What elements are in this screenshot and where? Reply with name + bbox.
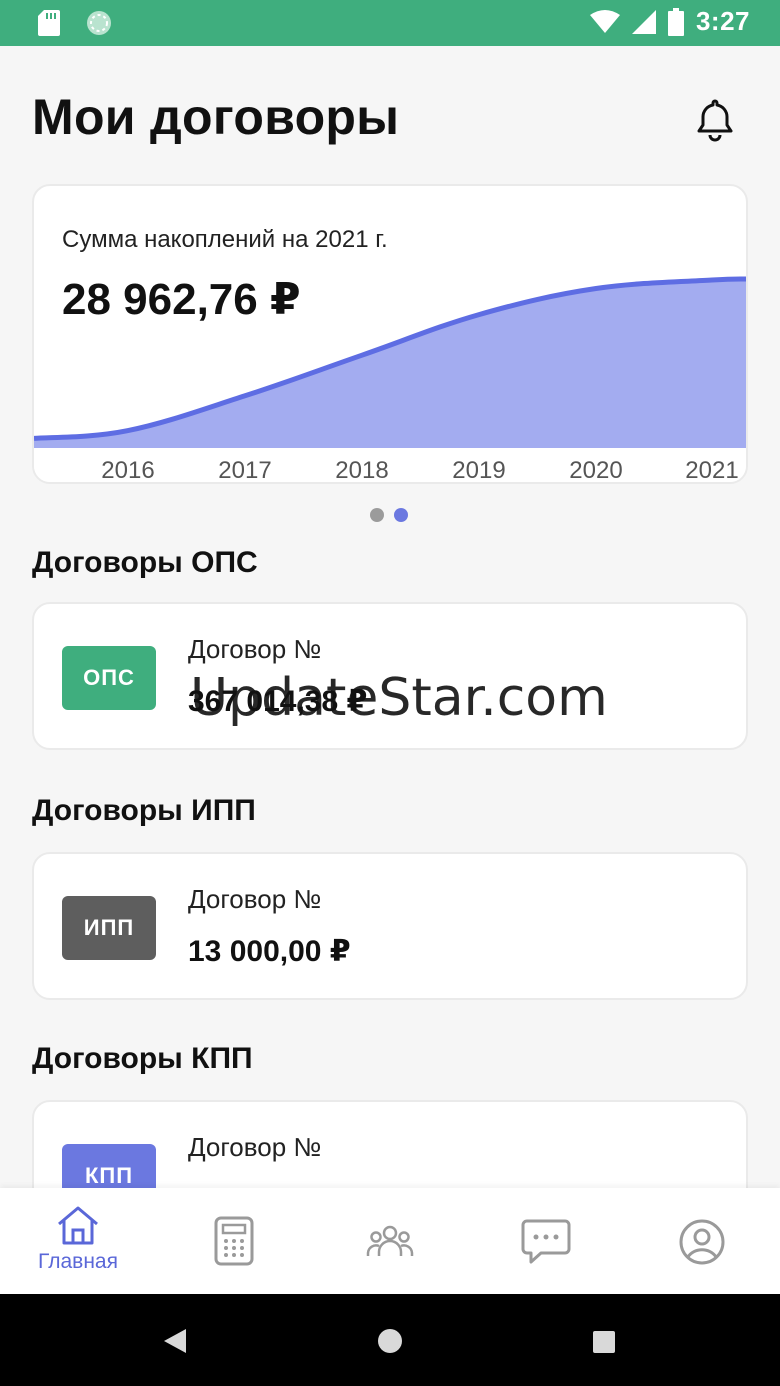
contract-label-ipp: Договор №	[188, 884, 322, 914]
badge-kpp: КПП	[62, 1144, 156, 1188]
people-icon	[366, 1225, 414, 1256]
section-title-ipp: Договоры ИПП	[32, 794, 256, 827]
savings-total: 28 962,76 ₽	[62, 275, 301, 324]
section-title-ops: Договоры ОПС	[32, 546, 258, 579]
wifi-icon	[589, 9, 620, 33]
main-content[interactable]: Мои договоры 2016 2017 2018 2019 2020 2021 Су…	[0, 46, 780, 1188]
cell-signal-icon	[631, 9, 656, 34]
contract-label-ops: Договор №	[188, 634, 322, 664]
system-navigation-bar	[0, 1294, 780, 1386]
back-icon[interactable]	[162, 1328, 188, 1354]
profile-icon	[679, 1219, 725, 1265]
badge-ipp: ИПП	[62, 896, 156, 960]
nav-home-label: Главная	[38, 1250, 118, 1273]
nav-calculator[interactable]	[156, 1188, 312, 1294]
bottom-navigation: Главная	[0, 1188, 780, 1294]
badge-ops: ОПС	[62, 646, 156, 710]
chat-icon	[521, 1219, 571, 1264]
battery-icon	[667, 7, 684, 36]
status-bar: 3:27	[0, 0, 780, 46]
chart-x-tick-label: 2016	[101, 457, 154, 484]
nav-profile[interactable]	[624, 1188, 780, 1294]
sync-icon	[87, 11, 111, 35]
savings-chart-card[interactable]: 2016 2017 2018 2019 2020 2021 Сумма накоплени…	[32, 184, 748, 484]
chart-x-tick-label: 2018	[335, 457, 388, 484]
carousel-dot-2[interactable]	[394, 508, 408, 522]
home-circle-icon[interactable]	[377, 1328, 403, 1354]
contract-amount-ipp: 13 000,00 ₽	[188, 935, 351, 968]
home-icon	[58, 1206, 98, 1245]
contract-label-kpp: Договор №	[188, 1132, 322, 1162]
carousel-dot-1[interactable]	[370, 508, 384, 522]
bell-icon[interactable]	[692, 96, 738, 142]
chart-x-tick-label: 2017	[218, 457, 271, 484]
sd-card-icon	[38, 10, 60, 36]
section-title-kpp: Договоры КПП	[32, 1042, 253, 1075]
page-title: Мои договоры	[32, 89, 400, 145]
nav-people[interactable]	[312, 1188, 468, 1294]
nav-home[interactable]: Главная	[0, 1188, 156, 1294]
chart-x-tick-label: 2019	[452, 457, 505, 484]
recents-icon[interactable]	[592, 1330, 616, 1354]
calculator-icon	[214, 1216, 254, 1266]
carousel-indicator	[370, 508, 408, 522]
chart-x-tick-label: 2021	[685, 457, 738, 484]
contract-card-kpp[interactable]: КПП Договор №	[32, 1100, 748, 1188]
watermark: UpdateStar.com	[190, 668, 608, 728]
nav-chat[interactable]	[468, 1188, 624, 1294]
chart-x-tick-label: 2020	[569, 457, 622, 484]
contract-card-ipp[interactable]: ИПП Договор № 13 000,00 ₽	[32, 852, 748, 1000]
savings-label: Сумма накоплений на 2021 г.	[62, 226, 388, 253]
status-time: 3:27	[695, 6, 750, 36]
